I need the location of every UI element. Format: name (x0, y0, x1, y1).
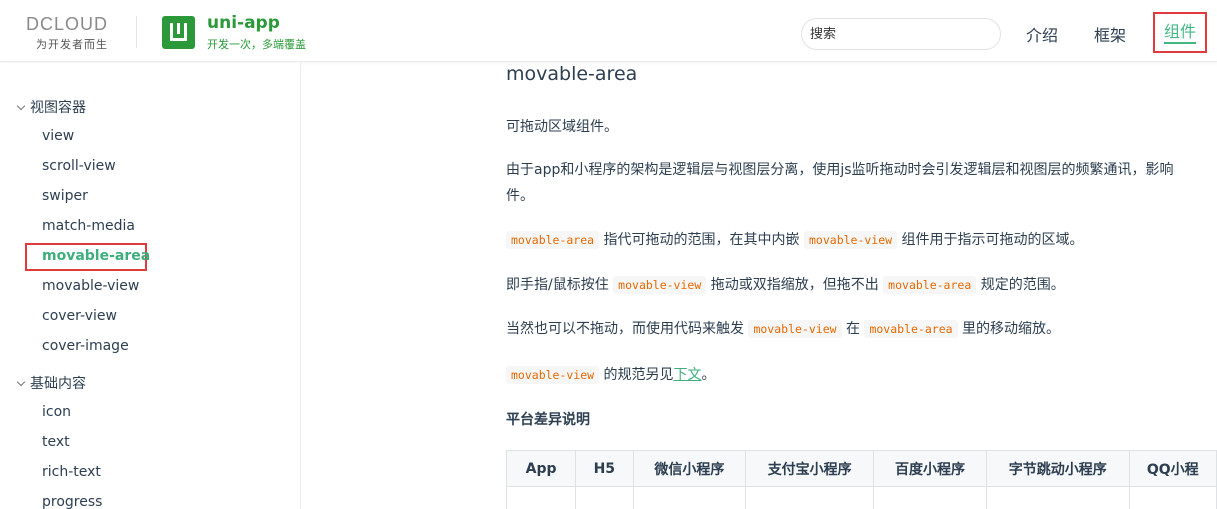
inline-code: movable-view (506, 366, 600, 384)
nav-framework[interactable]: 框架 (1094, 22, 1126, 46)
logo-divider (136, 16, 137, 48)
text: 的规范另见 (599, 367, 674, 383)
sidebar-group-label: 视图容器 (30, 100, 86, 116)
table-cell (575, 486, 634, 509)
platform-table: App H5 微信小程序 支付宝小程序 百度小程序 字节跳动小程序 QQ小程 (506, 450, 1217, 509)
dcloud-logo[interactable]: DCLOUD 为开发者而生 (26, 15, 121, 52)
drag-paragraph: 即手指/鼠标按住 movable-view 拖动或双指缩放，但拖不出 movab… (506, 272, 1065, 298)
sidebar-item-icon[interactable]: icon (42, 404, 71, 420)
inline-code: movable-view (613, 276, 707, 294)
platform-diff-heading: 平台差异说明 (506, 412, 590, 428)
text: 。 (701, 367, 716, 383)
uni-app-title[interactable]: uni-app (207, 13, 280, 33)
sidebar-item-rich-text[interactable]: rich-text (42, 464, 101, 480)
table-cell (1128, 486, 1217, 509)
text: 当然也可以不拖动，而使用代码来触发 (506, 321, 749, 337)
range-paragraph: movable-area 指代可拖动的范围，在其中内嵌 movable-view… (506, 227, 1084, 253)
text: 即手指/鼠标按住 (506, 277, 614, 293)
search-input[interactable] (801, 18, 1001, 50)
dcloud-logo-text: DCLOUD (26, 14, 109, 34)
sidebar-item-text[interactable]: text (42, 434, 70, 450)
text: 指代可拖动的范围，在其中内嵌 (599, 232, 804, 248)
chevron-down-icon (16, 377, 26, 387)
table-header: 微信小程序 (632, 450, 747, 487)
table-header: QQ小程 (1128, 450, 1217, 487)
text: 规定的范围。 (976, 277, 1065, 293)
table-header: H5 (575, 450, 634, 487)
nav-intro[interactable]: 介绍 (1026, 22, 1058, 46)
sidebar-item-cover-view[interactable]: cover-view (42, 308, 117, 324)
table-header-row: App H5 微信小程序 支付宝小程序 百度小程序 字节跳动小程序 QQ小程 (506, 450, 1217, 487)
dcloud-slogan: 为开发者而生 (36, 38, 108, 51)
table-cell (873, 486, 987, 509)
sidebar-item-view[interactable]: view (42, 128, 74, 144)
table-cell (632, 486, 747, 509)
uni-app-slogan: 开发一次，多端覆盖 (207, 38, 306, 51)
table-header: 字节跳动小程序 (985, 450, 1130, 487)
top-header: DCLOUD 为开发者而生 uni-app 开发一次，多端覆盖 介绍 框架 组件 (0, 0, 1217, 62)
table-cell (745, 486, 875, 509)
see-below-link[interactable]: 下文 (674, 367, 702, 383)
inline-code: movable-area (506, 231, 600, 249)
page-title: movable-area (506, 63, 638, 85)
nav-components-highlight: 组件 (1153, 12, 1207, 53)
text: 在 (841, 321, 865, 337)
text: 拖动或双指缩放，但拖不出 (706, 277, 884, 293)
sidebar-item-movable-area[interactable]: movable-area (42, 248, 150, 264)
trigger-paragraph: 当然也可以不拖动，而使用代码来触发 movable-view 在 movable… (506, 316, 1060, 342)
sidebar-item-swiper[interactable]: swiper (42, 188, 88, 204)
table-header: App (506, 450, 577, 487)
table-header: 支付宝小程序 (745, 450, 875, 487)
nav-components[interactable]: 组件 (1164, 23, 1197, 44)
intro-paragraph: 可拖动区域组件。 (506, 119, 618, 135)
chevron-down-icon (16, 101, 26, 111)
inline-code: movable-area (883, 276, 977, 294)
inline-code: movable-area (864, 320, 958, 338)
inline-code: movable-view (804, 231, 898, 249)
table-cell (985, 486, 1130, 509)
table-header: 百度小程序 (873, 450, 987, 487)
uni-app-logo-icon[interactable] (162, 16, 195, 49)
inline-code: movable-view (748, 320, 842, 338)
sidebar: 视图容器 view scroll-view swiper match-media… (0, 63, 301, 509)
sidebar-item-cover-image[interactable]: cover-image (42, 338, 129, 354)
sidebar-item-movable-view[interactable]: movable-view (42, 278, 139, 294)
table-row (506, 486, 1217, 509)
text: 里的移动缩放。 (957, 321, 1060, 337)
architecture-paragraph-line2: 件。 (506, 188, 534, 204)
architecture-paragraph-line1: 由于app和小程序的架构是逻辑层与视图层分离，使用js监听拖动时会引发逻辑层和视… (506, 162, 1174, 178)
sidebar-group-basic-content[interactable]: 基础内容 (16, 373, 86, 393)
table-cell (506, 486, 577, 509)
sidebar-item-scroll-view[interactable]: scroll-view (42, 158, 116, 174)
sidebar-group-view-containers[interactable]: 视图容器 (16, 97, 86, 117)
main-content: movable-area 可拖动区域组件。 由于app和小程序的架构是逻辑层与视… (506, 63, 1217, 509)
text: 组件用于指示可拖动的区域。 (897, 232, 1084, 248)
sidebar-item-match-media[interactable]: match-media (42, 218, 135, 234)
sidebar-group-label: 基础内容 (30, 376, 86, 392)
spec-paragraph: movable-view 的规范另见下文。 (506, 362, 716, 388)
sidebar-item-progress[interactable]: progress (42, 494, 102, 509)
